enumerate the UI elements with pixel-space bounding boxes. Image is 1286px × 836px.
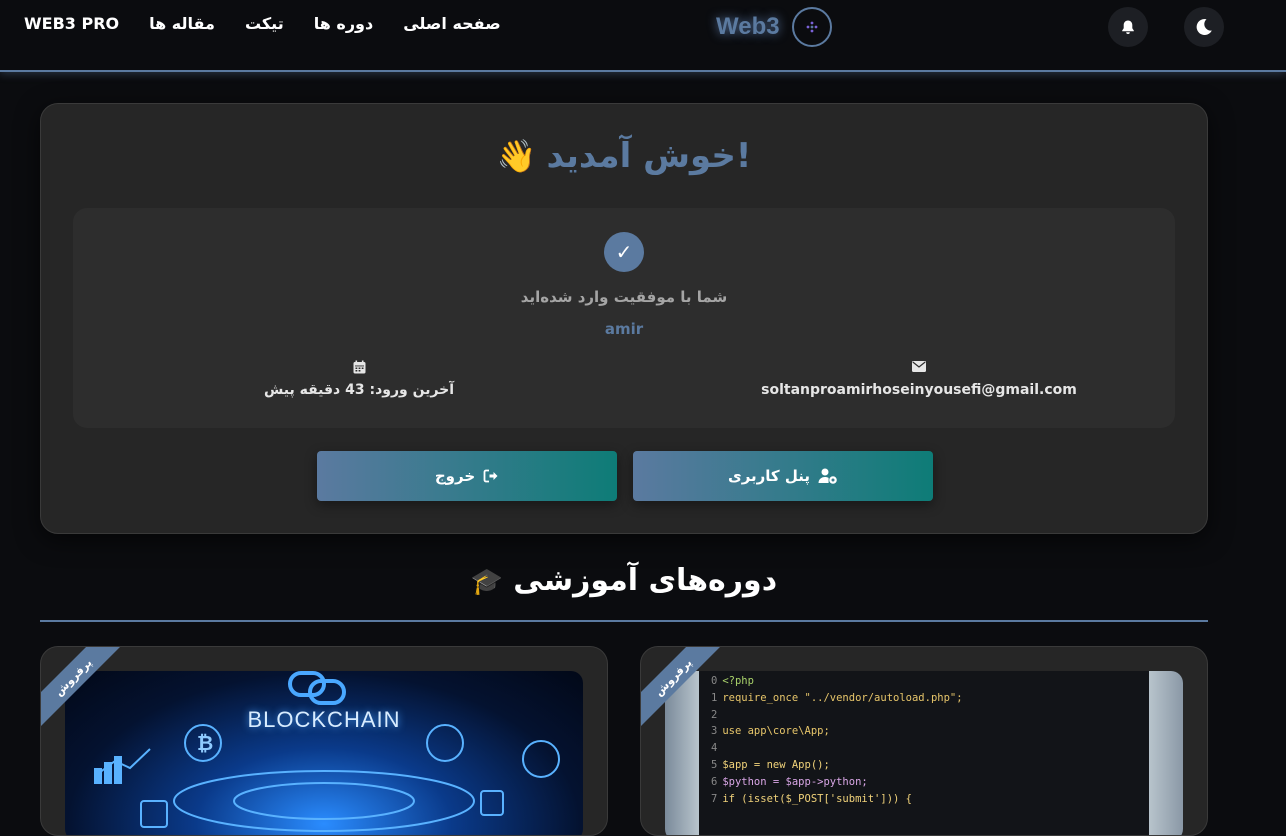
brand-text: Web3: [716, 13, 780, 40]
brand[interactable]: Web3: [716, 7, 832, 47]
course-thumbnail-blockchain[interactable]: ₿ BLOCKCHAIN: [65, 671, 583, 835]
code-line: 1 require_once "../vendor/autoload.php";: [711, 691, 963, 704]
login-info-panel: ✓ شما با موفقیت وارد شده‌اید amir آخرین …: [73, 208, 1175, 428]
notifications-button[interactable]: [1108, 7, 1148, 47]
course-card-php[interactable]: پرفروش 0 <?php 1 require_once "../vendor/a…: [640, 646, 1208, 836]
last-login-text: آخرین ورود: 43 دقیقه پیش: [263, 382, 455, 398]
bell-icon: [1122, 20, 1134, 34]
user-panel-button-label: پنل کاربری: [727, 467, 811, 485]
courses-title-text: دوره‌های آموزشی: [513, 563, 778, 598]
moon-icon: [1196, 18, 1212, 35]
last-login-info: آخرین ورود: 43 دقیقه پیش: [189, 360, 529, 398]
email-info: soltanproamirhoseinyousefi@gmail.com: [749, 360, 1089, 398]
course-card-blockchain[interactable]: پرفروش ₿ BLOCKCHAIN: [40, 646, 608, 836]
svg-text:₿: ₿: [197, 731, 213, 755]
username: amir: [604, 320, 644, 338]
code-line: 7 if (isset($_POST['submit'])) {: [711, 792, 912, 805]
code-line: 0 <?php: [711, 675, 754, 687]
code-line: 5 $app = new App();: [711, 758, 830, 771]
check-icon: ✓: [604, 232, 644, 272]
course-thumbnail-title: BLOCKCHAIN: [247, 707, 401, 732]
nav-link-home[interactable]: صفحه اصلی: [403, 14, 500, 33]
user-gear-icon: [818, 468, 837, 484]
logout-icon: [483, 469, 498, 483]
welcome-title: خوش آمدید!: [546, 136, 752, 176]
logout-button[interactable]: خروج: [317, 451, 617, 501]
nav-links: WEB3 PRO مقاله ها تیکت دوره ها صفحه اصلی: [24, 14, 501, 33]
code-line: 2: [711, 708, 718, 721]
welcome-card: 👋 خوش آمدید! ✓ شما با موفقیت وارد شده‌اید…: [40, 103, 1208, 534]
success-message: شما با موفقیت وارد شده‌اید: [520, 288, 728, 306]
wave-emoji-icon: 👋: [496, 137, 537, 175]
nav-link-ticket[interactable]: تیکت: [245, 14, 284, 33]
code-thumb-right-edge: [1149, 671, 1183, 835]
code-snippet: 0 <?php 1 require_once "../vendor/autoload…: [711, 673, 1143, 807]
calendar-icon: [189, 360, 529, 378]
user-panel-button[interactable]: پنل کاربری: [633, 451, 933, 501]
code-line: 6 $python = $app->python;: [711, 775, 868, 788]
section-divider: [40, 620, 1208, 622]
brand-logo-icon: [791, 7, 832, 47]
email-text: soltanproamirhoseinyousefi@gmail.com: [761, 382, 1077, 398]
envelope-icon: [749, 360, 1089, 378]
code-line: 3 use app\core\App;: [711, 725, 830, 738]
top-navbar: WEB3 PRO مقاله ها تیکت دوره ها صفحه اصلی…: [0, 0, 1286, 72]
nav-link-web3pro[interactable]: WEB3 PRO: [24, 14, 119, 33]
welcome-heading: 👋 خوش آمدید!: [41, 136, 1207, 176]
courses-section-title: 🎓 دوره‌های آموزشی: [40, 563, 1208, 598]
nav-link-courses[interactable]: دوره ها: [314, 14, 373, 33]
code-line: 4: [711, 742, 718, 755]
logout-button-label: خروج: [434, 467, 476, 485]
blockchain-illustration: ₿: [94, 671, 560, 832]
nav-link-articles[interactable]: مقاله ها: [149, 14, 215, 33]
graduation-cap-icon: 🎓: [470, 567, 504, 597]
course-thumbnail-code[interactable]: 0 <?php 1 require_once "../vendor/autoload…: [665, 671, 1183, 835]
theme-toggle-button[interactable]: [1184, 7, 1224, 47]
